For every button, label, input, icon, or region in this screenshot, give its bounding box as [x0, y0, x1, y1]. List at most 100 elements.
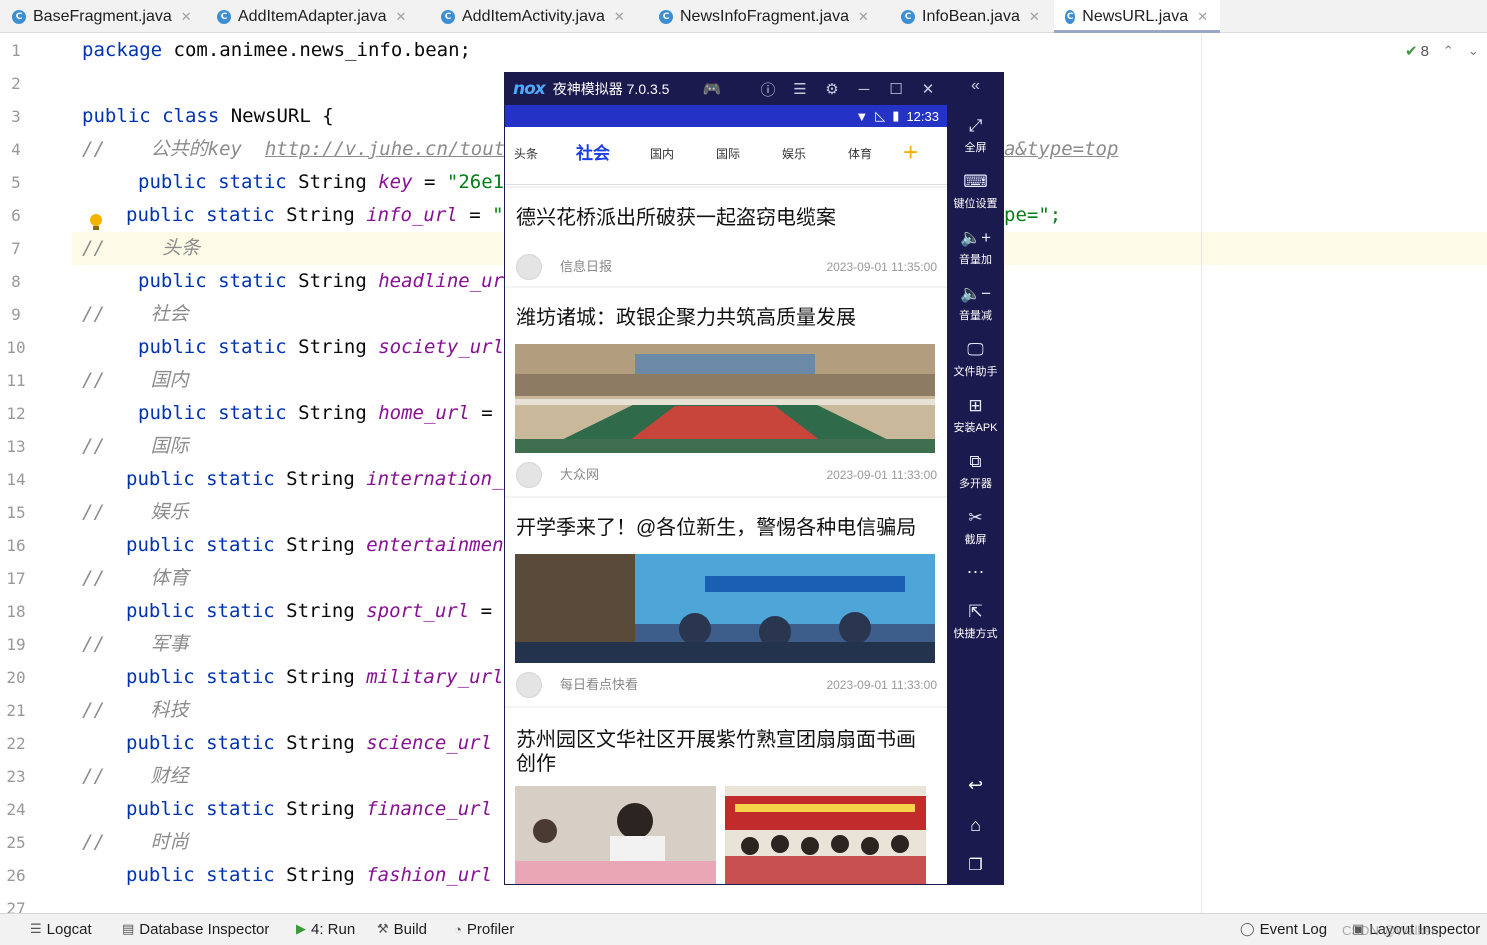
line-number: 4	[11, 140, 21, 159]
comment-text: 社会	[150, 303, 189, 325]
collapse-icon[interactable]: «	[947, 77, 1004, 95]
line-number: 9	[11, 305, 21, 324]
sidebar-volume-up[interactable]: 🔈+ 音量加	[947, 227, 1004, 267]
sidebar-keymap[interactable]: ⌨ 键位设置	[947, 171, 1004, 211]
tab-newsinfofragment[interactable]: C NewsInfoFragment.java ✕	[659, 0, 869, 33]
sidebar-fullscreen[interactable]: ⤢ 全屏	[947, 115, 1004, 155]
build-button[interactable]: ⚒ Build	[377, 914, 427, 944]
tab-domestic[interactable]: 国内	[647, 127, 677, 185]
recent-apps-icon[interactable]: ❐	[947, 855, 1004, 875]
inspection-widget[interactable]: ✔ 8 ⌃ ⌄	[1405, 42, 1479, 61]
sidebar-install-apk[interactable]: ⊞ 安装APK	[947, 395, 1004, 435]
profiler-icon: ◔	[454, 921, 462, 937]
emulator-title-bar[interactable]: nox 夜神模拟器 7.0.3.5 🎮 ⓘ ☰ ⚙ ─ ☐ ✕	[505, 73, 947, 105]
tab-entertainment[interactable]: 娱乐	[779, 127, 809, 185]
line-number: 2	[11, 74, 21, 93]
profiler-button[interactable]: ◔ Profiler	[454, 914, 514, 944]
tool-label: Build	[393, 920, 428, 938]
line-number: 8	[11, 272, 21, 291]
android-status-bar: ▼ ◺ ▮ 12:33	[505, 105, 947, 127]
code-line-6-tail: pe=";	[1004, 199, 1061, 232]
ide-window: C BaseFragment.java ✕ C AddItemAdapter.java…	[0, 0, 1487, 945]
news-category-tabs: 头条 社会 国内 国际 娱乐 体育 +	[505, 127, 947, 185]
sidebar-multi-instance[interactable]: ⧉ 多开器	[947, 451, 1004, 491]
code-line-24: public static String finance_url =	[126, 798, 515, 820]
list-item[interactable]: 德兴花桥派出所破获一起盗窃电缆案 信息日报 2023-09-01 11:35:0…	[505, 188, 947, 286]
close-icon[interactable]: ✕	[1029, 9, 1040, 25]
code-line-18: public static String sport_url = i	[126, 600, 515, 622]
close-icon[interactable]: ✕	[614, 9, 625, 25]
article-image	[515, 786, 716, 884]
clock: 12:33	[906, 108, 939, 124]
chevron-up-icon[interactable]: ⌃	[1443, 43, 1454, 59]
gamepad-icon[interactable]: 🎮	[698, 73, 726, 105]
lightbulb-icon[interactable]	[90, 214, 102, 230]
tab-international[interactable]: 国际	[713, 127, 743, 185]
comment-text: 娱乐	[150, 501, 189, 523]
comment-text: 时尚	[150, 831, 189, 853]
sidebar-screenshot[interactable]: ✂ 截屏	[947, 507, 1004, 547]
line-number: 23	[6, 767, 26, 786]
tab-sports[interactable]: 体育	[845, 127, 875, 185]
list-item[interactable]: 苏州园区文华社区开展紫竹熟宣团扇扇面书画创作	[505, 708, 947, 884]
home-icon[interactable]: ⌂	[947, 815, 1004, 836]
menu-icon[interactable]: ☰	[786, 73, 814, 105]
close-icon[interactable]: ✕	[858, 9, 869, 25]
back-icon[interactable]: ↩	[947, 775, 1004, 796]
maximize-icon[interactable]: ☐	[882, 73, 910, 105]
close-icon[interactable]: ✕	[181, 9, 192, 25]
comment-link: http://v.juhe.cn/tout	[264, 138, 506, 160]
tab-infobean[interactable]: C InfoBean.java ✕	[901, 0, 1040, 33]
tab-label: InfoBean.java	[922, 7, 1020, 25]
help-icon[interactable]: ⓘ	[754, 73, 782, 105]
comment-text: 头条	[162, 237, 201, 259]
tab-additemadapter[interactable]: C AddItemAdapter.java ✕	[217, 0, 406, 33]
avatar	[516, 254, 542, 280]
line-number: 3	[11, 107, 21, 126]
code-line-12: public static String home_url = i	[138, 402, 516, 424]
more-icon[interactable]: ···	[947, 561, 1004, 582]
close-icon[interactable]: ✕	[1197, 9, 1208, 25]
close-icon[interactable]: ✕	[914, 73, 942, 105]
run-button[interactable]: ▶ 4: Run	[296, 914, 355, 944]
emulator-window: nox 夜神模拟器 7.0.3.5 🎮 ⓘ ☰ ⚙ ─ ☐ ✕ « ⤢ 全屏 ⌨ 键…	[504, 72, 1004, 885]
line-number: 16	[6, 536, 26, 555]
article-source: 信息日报	[560, 259, 613, 274]
news-feed[interactable]: 德兴花桥派出所破获一起盗窃电缆案 信息日报 2023-09-01 11:35:0…	[505, 186, 947, 884]
comment-text: 公共的key	[150, 138, 242, 160]
tab-label: AddItemActivity.java	[462, 7, 605, 25]
database-inspector-button[interactable]: ▤ Database Inspector	[122, 914, 269, 944]
chevron-down-icon[interactable]: ⌄	[1468, 43, 1479, 59]
comment-text: 军事	[150, 633, 189, 655]
article-title: 潍坊诸城：政银企聚力共筑高质量发展	[516, 307, 856, 329]
tab-headline[interactable]: 头条	[511, 127, 541, 185]
event-log-button[interactable]: ◯ Event Log	[1240, 914, 1327, 944]
gear-icon[interactable]: ⚙	[818, 73, 846, 105]
tab-society[interactable]: 社会	[571, 127, 615, 185]
article-source: 大众网	[560, 467, 600, 482]
sidebar-label: 文件助手	[953, 366, 998, 378]
watermark: CSDN @Walker...	[1342, 922, 1446, 938]
tab-label: NewsInfoFragment.java	[680, 7, 849, 25]
code-line-17: // 体育	[82, 567, 189, 589]
class-icon: C	[441, 9, 455, 24]
sidebar-volume-down[interactable]: 🔈− 音量减	[947, 283, 1004, 323]
line-number-gutter: 1 2 3 4 5 6 7 8 9 10 11 12 13 14 15 16 17 18 19 20 21 22 23 24 2…	[0, 34, 72, 918]
shortcut-icon: ⇱	[968, 602, 983, 621]
class-icon: C	[659, 9, 673, 24]
tab-newsurl[interactable]: C NewsURL.java ✕	[1054, 0, 1220, 33]
tab-additemactivity[interactable]: C AddItemActivity.java ✕	[441, 0, 625, 33]
add-tab-icon[interactable]: +	[903, 137, 918, 167]
list-item[interactable]: 潍坊诸城：政银企聚力共筑高质量发展 大众网 2023-09-01 11:33:0…	[505, 288, 947, 496]
code-line-20: public static String military_url	[126, 666, 504, 688]
tab-basefragment[interactable]: C BaseFragment.java ✕	[12, 0, 192, 33]
list-item[interactable]: 开学季来了！@各位新生，警惕各种电信骗局 每日看点快看 2023-09-01 1…	[505, 498, 947, 706]
logcat-button[interactable]: ☰ Logcat	[30, 914, 92, 944]
sidebar-file-helper[interactable]: 🖵 文件助手	[947, 339, 1004, 379]
sidebar-shortcut[interactable]: ⇱ 快捷方式	[947, 601, 1004, 641]
close-icon[interactable]: ✕	[396, 9, 407, 25]
signal-icon: ◺	[875, 108, 886, 123]
line-number: 24	[6, 800, 26, 819]
article-meta: 每日看点快看 2023-09-01 11:33:00	[505, 668, 947, 702]
minimize-icon[interactable]: ─	[850, 73, 878, 105]
